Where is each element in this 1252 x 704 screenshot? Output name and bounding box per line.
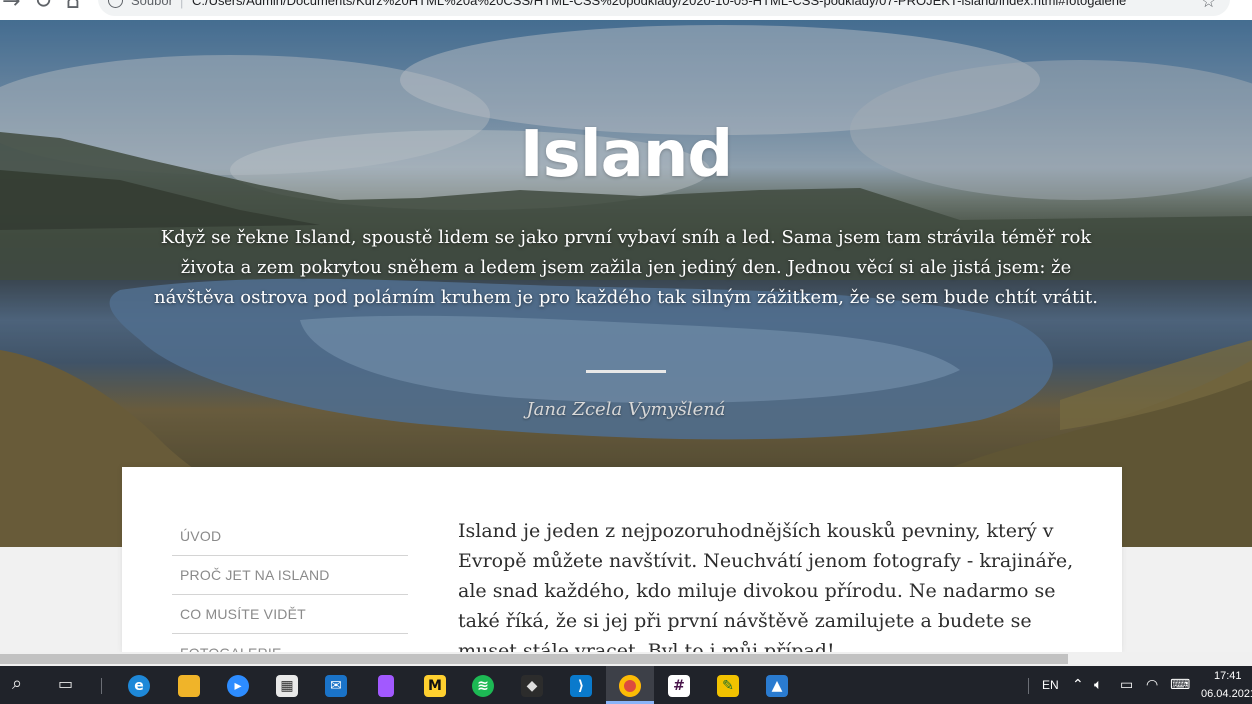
hero-author: Jana Zcela Vymyšlená: [526, 399, 726, 420]
keyboard-icon[interactable]: ⌨: [1170, 674, 1190, 696]
address-url[interactable]: C:/Users/Admin/Documents/Kurz%20HTML%20a…: [192, 0, 1126, 8]
spotify-icon[interactable]: ≋: [472, 675, 494, 697]
edge-icon[interactable]: e: [128, 675, 150, 697]
intro-paragraph: Island je jeden z nejpozoruhodnějších ko…: [458, 520, 1074, 652]
reload-icon[interactable]: ↻: [34, 0, 52, 13]
figma-icon[interactable]: [378, 675, 394, 697]
horizontal-scrollbar[interactable]: [0, 652, 1252, 666]
home-icon[interactable]: ⌂: [66, 0, 80, 13]
zoom-icon[interactable]: ▸: [227, 675, 249, 697]
nav-item-proc-jet[interactable]: Proč jet na Island: [172, 556, 408, 595]
nav-item-co-musite-videt[interactable]: Co musíte vidět: [172, 595, 408, 634]
inkscape-icon[interactable]: ◆: [521, 675, 543, 697]
tray-divider: [1028, 678, 1029, 694]
side-navigation: Úvod Proč jet na Island Co musíte vidět …: [172, 517, 408, 652]
wifi-icon[interactable]: ◠: [1146, 674, 1158, 696]
taskbar: ⌕ ▭ e ▸ ▦ ✉ M ≋ ◆ ⟩ # ✎ ▲ EN ⌃ 🔈︎ ▭ ◠ ⌨ …: [0, 666, 1252, 704]
slack-icon[interactable]: #: [668, 675, 690, 697]
search-icon[interactable]: ⌕: [12, 672, 22, 696]
page-title: Island: [519, 118, 733, 192]
store-icon[interactable]: ▦: [276, 675, 298, 697]
address-label: Soubor: [131, 0, 173, 8]
photos-icon[interactable]: ▲: [766, 675, 788, 697]
tray-chevron-icon[interactable]: ⌃: [1072, 674, 1084, 696]
hero-divider: [586, 370, 666, 373]
clock-date[interactable]: 06.04.2021: [1201, 688, 1252, 700]
content-card: Úvod Proč jet na Island Co musíte vidět …: [122, 467, 1122, 652]
vscode-icon[interactable]: ⟩: [570, 675, 592, 697]
clock-time[interactable]: 17:41: [1214, 670, 1242, 682]
address-separator: |: [180, 0, 184, 9]
language-indicator[interactable]: EN: [1042, 678, 1059, 692]
forward-icon[interactable]: →: [2, 0, 20, 13]
nav-item-fotogalerie[interactable]: Fotogalerie: [172, 634, 408, 652]
chrome-icon[interactable]: [619, 675, 641, 697]
bookmark-star-icon[interactable]: ☆: [1201, 0, 1216, 12]
sticky-app-icon[interactable]: ✎: [717, 675, 739, 697]
horizontal-scrollbar-thumb[interactable]: [0, 654, 1068, 664]
taskbar-divider: [101, 678, 102, 694]
browser-toolbar: → ↻ ⌂ Soubor | C:/Users/Admin/Documents/…: [0, 0, 1252, 20]
mail-icon[interactable]: ✉: [325, 675, 347, 697]
hero-lead-text: Když se řekne Island, spoustě lidem se j…: [154, 227, 1098, 308]
battery-icon[interactable]: ▭: [1120, 674, 1133, 696]
task-view-icon[interactable]: ▭: [58, 672, 73, 696]
miro-icon[interactable]: M: [424, 675, 446, 697]
nav-item-uvod[interactable]: Úvod: [172, 517, 408, 556]
file-explorer-icon[interactable]: [178, 675, 200, 697]
volume-icon[interactable]: 🔈︎: [1094, 674, 1102, 696]
